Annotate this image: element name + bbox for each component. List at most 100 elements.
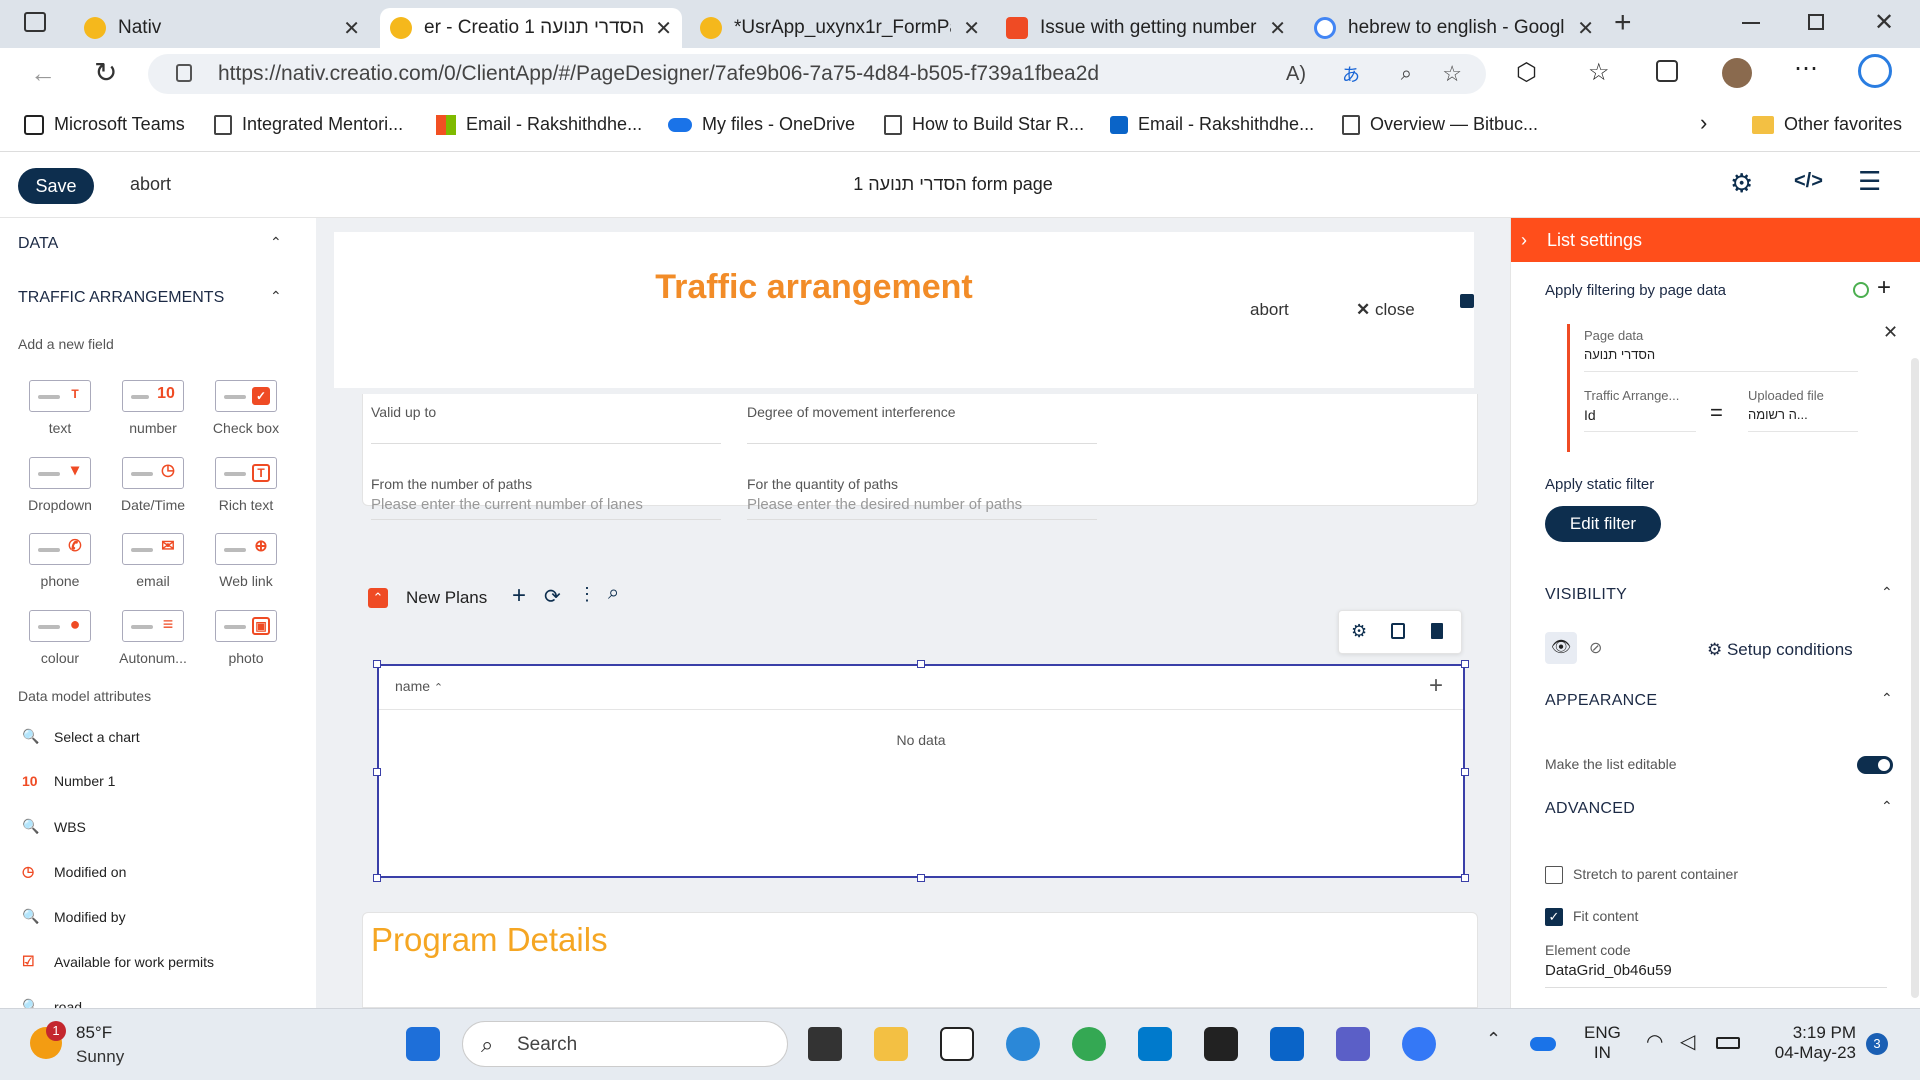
notion-icon[interactable] bbox=[940, 1027, 974, 1061]
battery-icon[interactable] bbox=[1716, 1037, 1740, 1049]
field-datetime[interactable]: ◷ Date/Time bbox=[107, 457, 199, 513]
field-text[interactable]: Ttext bbox=[14, 380, 106, 436]
close-tab-icon[interactable]: ✕ bbox=[1577, 16, 1594, 41]
valid-up-to-field[interactable]: Valid up to bbox=[371, 404, 721, 444]
list-collapse-icon[interactable]: ⌃ bbox=[368, 588, 388, 608]
bookmark-item[interactable]: How to Build Star R... bbox=[884, 114, 1084, 135]
collections-icon[interactable] bbox=[1656, 60, 1678, 82]
chevron-right-icon[interactable]: › bbox=[1521, 230, 1527, 251]
browser-tab[interactable]: Issue with getting number ✕ bbox=[996, 8, 1296, 48]
show-hidden-icons[interactable]: ⌃ bbox=[1486, 1029, 1501, 1050]
page-data-field[interactable]: Page data הסדרי תנועה bbox=[1584, 328, 1858, 372]
add-record-icon[interactable]: + bbox=[512, 582, 526, 610]
new-tab-icon[interactable]: + bbox=[1614, 6, 1632, 40]
chevron-up-icon[interactable]: ⌃ bbox=[270, 288, 282, 305]
zoom-icon[interactable]: ⌕ bbox=[1401, 63, 1412, 86]
extensions-icon[interactable]: ⬡ bbox=[1516, 58, 1537, 87]
chevron-up-icon[interactable]: ⌃ bbox=[1881, 690, 1893, 707]
bookmark-item[interactable]: My files - OneDrive bbox=[668, 114, 855, 135]
mail-icon[interactable] bbox=[1270, 1027, 1304, 1061]
field-email[interactable]: ✉ email bbox=[107, 533, 199, 589]
element-settings-icon[interactable]: ⚙ bbox=[1351, 621, 1367, 642]
edit-filter-button[interactable]: Edit filter bbox=[1545, 506, 1661, 542]
tab-actions-icon[interactable] bbox=[24, 12, 46, 32]
vscode-icon[interactable] bbox=[1138, 1027, 1172, 1061]
lock-icon[interactable] bbox=[1460, 294, 1474, 308]
teams-icon[interactable] bbox=[1336, 1027, 1370, 1061]
wifi-icon[interactable]: ◠ bbox=[1646, 1029, 1663, 1054]
setup-conditions-button[interactable]: ⚙ Setup conditions bbox=[1707, 640, 1853, 660]
language-indicator[interactable]: ENG IN bbox=[1584, 1023, 1621, 1063]
chevron-up-icon[interactable]: ⌃ bbox=[270, 234, 282, 251]
chevron-up-icon[interactable]: ⌃ bbox=[1881, 798, 1893, 815]
resize-handle[interactable] bbox=[373, 660, 381, 668]
field-phone[interactable]: ✆ phone bbox=[14, 533, 106, 589]
field-dropdown[interactable]: ▾ Dropdown bbox=[14, 457, 106, 513]
resize-handle[interactable] bbox=[1461, 768, 1469, 776]
resize-handle[interactable] bbox=[373, 874, 381, 882]
uploaded-field[interactable]: Uploaded file ה רשומה... bbox=[1748, 388, 1858, 432]
browser-tab[interactable]: Nativ ✕ bbox=[74, 8, 370, 48]
volume-icon[interactable]: ◁ bbox=[1680, 1029, 1695, 1054]
traffic-field[interactable]: Traffic Arrange... Id bbox=[1584, 388, 1696, 432]
from-paths-field[interactable]: From the number of paths Please enter th… bbox=[371, 476, 721, 520]
field-colour[interactable]: ● colour bbox=[14, 610, 106, 666]
other-favorites[interactable]: Other favorites bbox=[1752, 114, 1902, 135]
onedrive-icon[interactable] bbox=[1530, 1037, 1556, 1051]
attribute-item[interactable]: 10 Number 1 bbox=[22, 773, 115, 789]
bing-icon[interactable] bbox=[1858, 54, 1892, 88]
close-tab-icon[interactable]: ✕ bbox=[343, 16, 360, 41]
make-editable-toggle[interactable] bbox=[1857, 756, 1893, 774]
more-vertical-icon[interactable]: ⋮ bbox=[578, 584, 596, 605]
bookmark-item[interactable]: Email - Rakshithdhe... bbox=[436, 114, 642, 135]
name-column-header[interactable]: name ⌃ bbox=[395, 678, 443, 694]
app-icon[interactable] bbox=[1402, 1027, 1436, 1061]
for-paths-field[interactable]: For the quantity of paths Please enter t… bbox=[747, 476, 1097, 520]
search-icon[interactable]: ⌕ bbox=[608, 582, 619, 605]
form-close-button[interactable]: ✕ close bbox=[1356, 300, 1415, 320]
close-window-icon[interactable]: ✕ bbox=[1874, 8, 1894, 37]
start-icon[interactable] bbox=[406, 1027, 440, 1061]
resize-handle[interactable] bbox=[917, 660, 925, 668]
info-icon[interactable] bbox=[1853, 282, 1869, 298]
restore-icon[interactable] bbox=[1808, 14, 1824, 30]
more-menu-icon[interactable]: ⋯ bbox=[1794, 54, 1818, 83]
bookmark-item[interactable]: Email - Rakshithdhe... bbox=[1110, 114, 1314, 135]
bookmarks-overflow-icon[interactable]: › bbox=[1700, 110, 1707, 136]
close-tab-icon[interactable]: ✕ bbox=[1269, 16, 1286, 41]
source-code-icon[interactable]: </> bbox=[1794, 170, 1823, 193]
bookmark-item[interactable]: Overview — Bitbuc... bbox=[1342, 114, 1538, 135]
data-grid[interactable]: name ⌃ + No data bbox=[377, 664, 1465, 878]
visible-eye-icon[interactable]: 👁 bbox=[1545, 632, 1577, 664]
field-autonumber[interactable]: ≡ Autonum... bbox=[107, 610, 199, 666]
chevron-up-icon[interactable]: ⌃ bbox=[1881, 584, 1893, 601]
attribute-item[interactable]: 🔍 Select a chart bbox=[22, 728, 140, 745]
notification-badge[interactable]: 3 bbox=[1866, 1033, 1888, 1055]
degree-field[interactable]: Degree of movement interference bbox=[747, 404, 1097, 444]
resize-handle[interactable] bbox=[373, 768, 381, 776]
read-aloud-icon[interactable]: A) bbox=[1286, 63, 1306, 86]
task-view-icon[interactable] bbox=[808, 1027, 842, 1061]
profile-avatar[interactable] bbox=[1722, 58, 1752, 88]
remove-filter-icon[interactable]: ✕ bbox=[1883, 322, 1898, 343]
form-abort-button[interactable]: abort bbox=[1250, 300, 1289, 320]
close-tab-icon[interactable]: ✕ bbox=[655, 16, 672, 41]
bookmark-item[interactable]: Microsoft Teams bbox=[24, 114, 185, 135]
browser-tab[interactable]: hebrew to english - Google ✕ bbox=[1304, 8, 1604, 48]
copy-icon[interactable] bbox=[1391, 623, 1405, 639]
favorite-add-icon[interactable]: ☆ bbox=[1442, 61, 1462, 87]
taskbar-search[interactable]: ⌕ Search bbox=[462, 1021, 788, 1067]
resize-handle[interactable] bbox=[1461, 660, 1469, 668]
sliders-icon[interactable]: ☰ bbox=[1858, 166, 1881, 197]
stretch-checkbox[interactable] bbox=[1545, 866, 1563, 884]
attribute-item[interactable]: ◷ Modified on bbox=[22, 863, 126, 880]
field-number[interactable]: 10 number bbox=[107, 380, 199, 436]
scrollbar[interactable] bbox=[1911, 358, 1919, 998]
add-column-icon[interactable]: + bbox=[1429, 672, 1443, 700]
clock[interactable]: 3:19 PM 04-May-23 bbox=[1764, 1023, 1856, 1063]
resize-handle[interactable] bbox=[917, 874, 925, 882]
hidden-eye-icon[interactable]: ⊘ bbox=[1589, 638, 1602, 658]
refresh-icon[interactable]: ⟳ bbox=[544, 584, 561, 609]
fit-content-checkbox[interactable]: ✓ bbox=[1545, 908, 1563, 926]
reload-icon[interactable]: ↻ bbox=[94, 56, 117, 89]
